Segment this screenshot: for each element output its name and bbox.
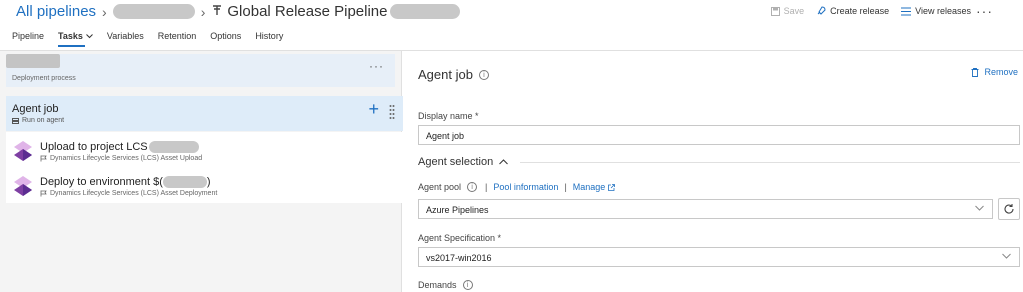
chevron-up-icon [499, 159, 509, 165]
redacted-title-suffix [389, 4, 460, 19]
chevron-down-icon [1002, 253, 1011, 259]
view-releases-button[interactable]: View releases [901, 6, 971, 16]
tab-variables[interactable]: Variables [107, 31, 144, 47]
save-icon [770, 6, 780, 16]
agent-job-item[interactable]: Agent job Run on agent + [6, 96, 403, 131]
all-pipelines-link[interactable]: All pipelines [16, 3, 96, 20]
refresh-button[interactable] [998, 198, 1020, 220]
demands-label: Demands [418, 280, 457, 290]
pool-information-link[interactable]: Pool information [493, 182, 558, 192]
task-name-suffix: ) [206, 176, 211, 188]
server-icon [12, 117, 19, 124]
trash-icon [971, 67, 979, 77]
task-subtitle: Dynamics Lifecycle Services (LCS) Asset … [40, 155, 202, 162]
task-subtitle-text: Dynamics Lifecycle Services (LCS) Asset … [50, 155, 203, 162]
drag-handle-icon[interactable] [389, 104, 395, 122]
chevron-down-icon [975, 205, 984, 211]
task-name-text: Deploy to environment $( [40, 176, 163, 188]
agent-pool-label-row: Agent pool i | Pool information | Manage [418, 182, 616, 192]
redacted-folder [112, 4, 195, 19]
redacted-environment [162, 176, 207, 188]
separator: | [485, 182, 488, 192]
stage-card[interactable]: Deployment process ··· [6, 54, 395, 87]
flag-icon [40, 155, 47, 162]
redacted-stage-name [6, 54, 60, 68]
agent-pool-select[interactable]: Azure Pipelines [418, 199, 993, 219]
panel-title-text: Agent job [418, 67, 473, 82]
page-header: All pipelines › › Global Release Pipelin… [0, 0, 1023, 26]
agent-spec-select[interactable]: vs2017-win2016 [418, 247, 1020, 267]
display-name-label: Display name * [418, 111, 479, 121]
job-details-panel: Agent job i Remove Display name * Agent … [403, 51, 1023, 292]
task-list-panel: Deployment process ··· Agent job Run on … [0, 51, 403, 292]
tab-tasks[interactable]: Tasks [58, 31, 93, 47]
view-releases-label: View releases [915, 6, 971, 16]
header-actions: Save Create release View releases [759, 6, 971, 16]
add-task-button[interactable]: + [368, 99, 379, 120]
chevron-down-icon [86, 33, 93, 38]
breadcrumb: All pipelines › › Global Release Pipelin… [16, 3, 460, 20]
info-icon[interactable]: i [462, 280, 473, 290]
rocket-icon [817, 6, 826, 15]
remove-label: Remove [984, 67, 1018, 77]
save-label: Save [783, 6, 805, 16]
section-divider [520, 162, 1020, 163]
tab-retention[interactable]: Retention [158, 31, 197, 47]
info-icon[interactable]: i [467, 182, 478, 192]
panel-title: Agent job i [418, 67, 489, 82]
agent-spec-label: Agent Specification * [418, 233, 502, 243]
external-link-icon [608, 183, 616, 191]
create-release-label: Create release [830, 6, 890, 16]
agent-spec-value: vs2017-win2016 [426, 253, 492, 263]
task-name-text: Upload to project LCS [40, 141, 148, 153]
agent-pool-value: Azure Pipelines [426, 205, 489, 215]
lcs-asset-upload-icon [14, 141, 32, 161]
display-name-field[interactable]: Agent job [418, 125, 1020, 145]
tab-pipeline[interactable]: Pipeline [12, 31, 44, 47]
tab-bar: Pipeline Tasks Variables Retention Optio… [12, 31, 297, 47]
manage-link[interactable]: Manage [573, 182, 606, 192]
agent-job-subtitle-text: Run on agent [22, 117, 65, 124]
flag-icon [40, 190, 47, 197]
tab-history[interactable]: History [255, 31, 283, 47]
agent-job-name: Agent job [12, 103, 59, 115]
task-name: Deploy to environment $( ) [40, 176, 211, 188]
separator: | [564, 182, 567, 192]
display-name-value: Agent job [426, 131, 465, 141]
task-subtitle: Dynamics Lifecycle Services (LCS) Asset … [40, 190, 217, 197]
save-button[interactable]: Save [770, 6, 805, 16]
more-actions-button[interactable]: ··· [976, 3, 993, 19]
create-release-button[interactable]: Create release [816, 6, 889, 16]
task-upload-lcs[interactable]: Upload to project LCS Dynamics Lifecycle… [6, 134, 403, 169]
stage-subtitle: Deployment process [12, 75, 76, 82]
agent-job-subtitle: Run on agent [12, 117, 64, 124]
agent-selection-label: Agent selection [418, 156, 494, 168]
task-deploy-environment[interactable]: Deploy to environment $( ) Dynamics Life… [6, 169, 403, 204]
demands-label-row: Demands i [418, 280, 473, 290]
page-title: Global Release Pipeline [227, 3, 388, 20]
release-pipeline-icon [211, 3, 223, 20]
task-subtitle-text: Dynamics Lifecycle Services (LCS) Asset … [50, 190, 218, 197]
refresh-icon [1004, 204, 1014, 214]
task-name: Upload to project LCS [40, 141, 199, 153]
agent-pool-label: Agent pool [418, 182, 462, 192]
chevron-right-icon: › [200, 3, 206, 20]
lcs-asset-deployment-icon [14, 176, 32, 196]
info-icon[interactable]: i [478, 69, 489, 80]
task-list: Upload to project LCS Dynamics Lifecycle… [6, 132, 403, 203]
list-icon [901, 7, 912, 15]
redacted-project [148, 141, 199, 153]
tab-options[interactable]: Options [210, 31, 241, 47]
tab-tasks-label: Tasks [58, 31, 83, 41]
chevron-right-icon: › [102, 3, 107, 20]
remove-button[interactable]: Remove [971, 67, 1018, 77]
stage-more-button[interactable]: ··· [369, 59, 384, 73]
agent-selection-section[interactable]: Agent selection [418, 156, 509, 168]
